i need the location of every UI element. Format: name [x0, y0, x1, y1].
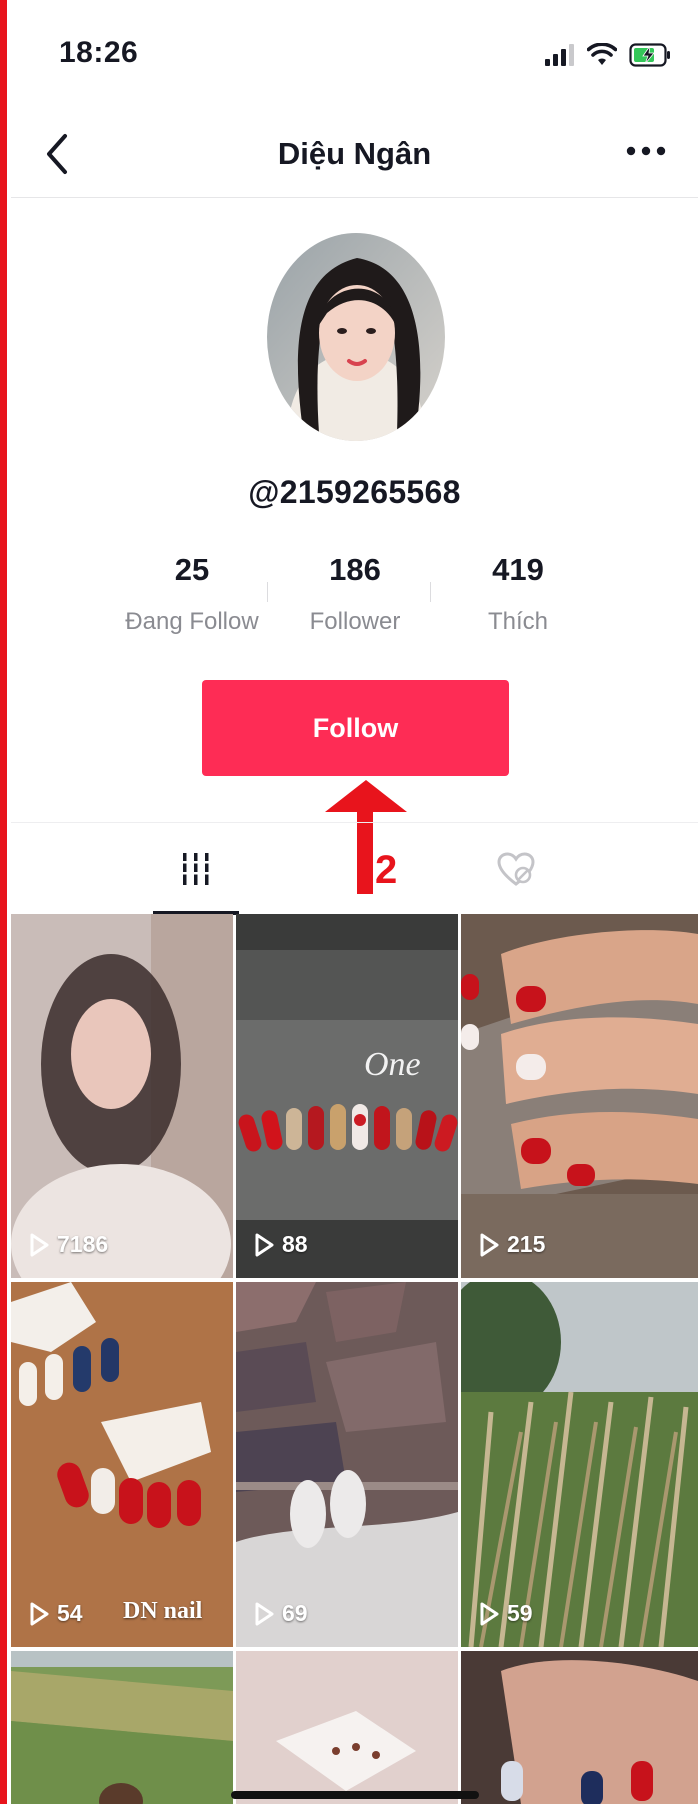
play-icon	[480, 1233, 499, 1256]
view-count-text: 7186	[57, 1231, 109, 1257]
battery-charging-icon	[629, 43, 670, 67]
status-time: 18:26	[59, 36, 139, 69]
liked-heart-icon	[497, 852, 535, 886]
stat-following-count: 25	[174, 552, 210, 587]
status-icons	[545, 40, 671, 70]
stat-followers-label: Follower	[309, 608, 401, 635]
video-view-count: 88	[254, 1231, 308, 1258]
video-tile[interactable]: 7186	[11, 914, 233, 1278]
video-tile[interactable]	[236, 1651, 458, 1804]
home-indicator[interactable]	[231, 1791, 479, 1799]
video-view-count: 215	[479, 1231, 545, 1258]
profile-tabs	[11, 822, 698, 915]
video-tile[interactable]: One 88	[236, 914, 458, 1278]
video-thumbnail	[236, 1282, 458, 1647]
video-thumbnail	[461, 914, 698, 1278]
phone-screen: 18:26 Diệu Ngân @2159265568 25 Đang Foll…	[11, 0, 698, 1804]
stat-likes-label: Thích	[487, 608, 549, 635]
avatar-photo	[267, 233, 445, 441]
follow-button[interactable]: Follow	[202, 680, 509, 776]
video-thumbnail	[11, 914, 233, 1278]
tab-videos[interactable]	[146, 823, 246, 915]
video-thumbnail	[461, 1282, 698, 1647]
video-view-count: 54	[29, 1600, 83, 1627]
videos-grid-icon	[181, 853, 211, 885]
video-view-count: 59	[479, 1600, 533, 1627]
cellular-signal-icon	[545, 44, 574, 66]
video-view-count: 7186	[29, 1231, 108, 1258]
profile-header: Diệu Ngân	[11, 110, 698, 198]
thumbnail-caption: One	[364, 1046, 421, 1083]
play-icon	[255, 1233, 274, 1256]
video-thumbnail	[236, 1651, 458, 1804]
video-tile[interactable]: 54 DN nail	[11, 1282, 233, 1647]
play-icon	[255, 1602, 274, 1625]
view-count-text: 59	[507, 1600, 533, 1626]
video-tile[interactable]: 215	[461, 914, 698, 1278]
video-thumbnail	[11, 1282, 233, 1647]
stat-followers[interactable]: 186 Follower	[265, 552, 445, 636]
stat-likes[interactable]: 419 Thích	[428, 552, 608, 636]
wifi-icon	[587, 43, 617, 65]
view-count-text: 54	[57, 1600, 83, 1626]
view-count-text: 69	[282, 1600, 308, 1626]
video-view-count: 69	[254, 1600, 308, 1627]
play-icon	[480, 1602, 499, 1625]
username-handle: @2159265568	[248, 474, 461, 510]
video-tile[interactable]: 59	[461, 1282, 698, 1647]
thumbnail-watermark: DN nail	[123, 1598, 203, 1624]
video-thumbnail	[11, 1651, 233, 1804]
annotation-left-border	[0, 0, 7, 1804]
video-tile[interactable]	[461, 1651, 698, 1804]
avatar[interactable]	[267, 233, 445, 441]
video-thumbnail	[461, 1651, 698, 1804]
video-tile[interactable]	[11, 1651, 233, 1804]
stat-following[interactable]: 25 Đang Follow	[102, 552, 282, 636]
more-dots-icon[interactable]	[624, 136, 668, 166]
play-icon	[30, 1233, 49, 1256]
view-count-text: 215	[507, 1231, 546, 1257]
stat-followers-count: 186	[329, 552, 381, 587]
status-bar: 18:26	[11, 0, 698, 110]
stat-likes-count: 419	[492, 552, 544, 587]
view-count-text: 88	[282, 1231, 308, 1257]
play-icon	[30, 1602, 49, 1625]
video-thumbnail	[236, 914, 458, 1278]
page-title: Diệu Ngân	[277, 136, 432, 171]
tab-liked[interactable]	[466, 823, 566, 915]
stat-following-label: Đang Follow	[125, 608, 259, 635]
video-tile[interactable]: 69	[236, 1282, 458, 1647]
